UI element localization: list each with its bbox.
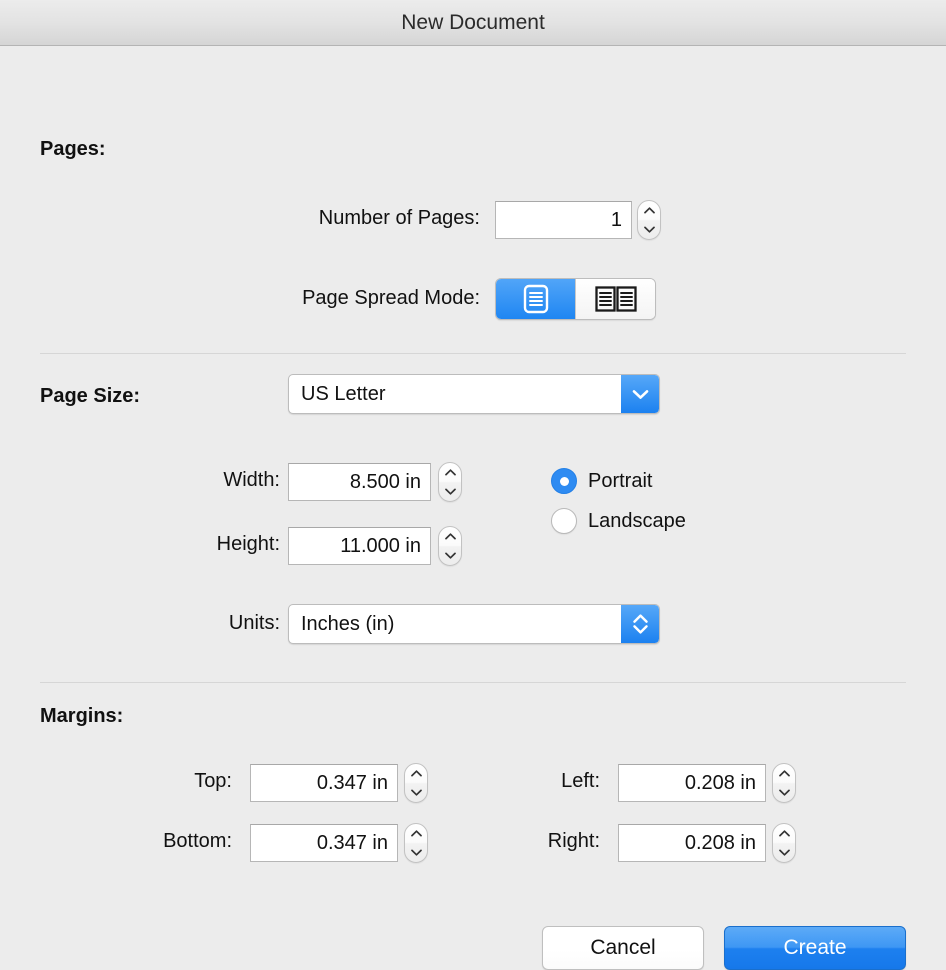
chevron-up-icon [444, 469, 456, 476]
chevron-down-icon [632, 389, 648, 399]
chevron-down-icon [643, 226, 655, 233]
chevron-up-icon [778, 770, 790, 777]
page-size-dropdown-arrow[interactable] [621, 375, 659, 413]
stepper-increment-button[interactable] [439, 527, 461, 546]
orientation-landscape-radio[interactable]: Landscape [551, 508, 686, 534]
single-page-icon [523, 284, 548, 314]
separator-pagesize-margins [40, 682, 906, 683]
two-page-spread-icon [594, 286, 637, 312]
margin-right-stepper[interactable] [772, 823, 796, 863]
chevron-up-icon [643, 207, 655, 214]
stepper-decrement-button[interactable] [773, 783, 795, 802]
stepper-decrement-button[interactable] [638, 220, 660, 239]
chevron-up-icon [778, 830, 790, 837]
page-size-preset-value: US Letter [301, 382, 386, 405]
orientation-portrait-radio[interactable]: Portrait [551, 468, 652, 494]
number-of-pages-label: Number of Pages: [318, 207, 480, 229]
margin-top-label: Top: [194, 770, 232, 792]
units-dropdown[interactable]: Inches (in) [288, 604, 660, 644]
chevron-up-icon [444, 533, 456, 540]
stepper-increment-button[interactable] [773, 764, 795, 783]
page-size-preset-dropdown[interactable]: US Letter [288, 374, 660, 414]
orientation-portrait-label: Portrait [588, 469, 653, 492]
dialog-titlebar: New Document [0, 0, 946, 46]
radio-selected-icon [551, 468, 577, 494]
units-dropdown-arrows[interactable] [621, 605, 659, 643]
number-of-pages-input[interactable]: 1 [495, 201, 632, 239]
page-spread-mode-label: Page Spread Mode: [302, 287, 480, 309]
height-stepper[interactable] [438, 526, 462, 566]
page-size-section-title: Page Size: [40, 385, 141, 407]
chevron-down-icon [444, 488, 456, 495]
page-spread-two-page-option[interactable] [576, 279, 655, 319]
width-input[interactable]: 8.500 in [288, 463, 431, 501]
radio-unselected-icon [551, 508, 577, 534]
orientation-landscape-label: Landscape [588, 509, 686, 532]
window-title: New Document [401, 11, 545, 34]
width-label: Width: [223, 469, 280, 491]
margin-bottom-input[interactable]: 0.347 in [250, 824, 398, 862]
margin-right-input[interactable]: 0.208 in [618, 824, 766, 862]
margin-right-label: Right: [547, 830, 600, 852]
height-label: Height: [216, 533, 280, 555]
margin-bottom-label: Bottom: [163, 830, 232, 852]
stepper-decrement-button[interactable] [439, 546, 461, 565]
stepper-increment-button[interactable] [773, 824, 795, 843]
stepper-increment-button[interactable] [439, 463, 461, 482]
width-stepper[interactable] [438, 462, 462, 502]
number-of-pages-stepper[interactable] [637, 200, 661, 240]
dialog-body: Pages: Number of Pages: 1 Page Spread Mo… [0, 46, 946, 970]
chevron-down-icon [778, 789, 790, 796]
margin-top-input[interactable]: 0.347 in [250, 764, 398, 802]
stepper-increment-button[interactable] [638, 201, 660, 220]
stepper-decrement-button[interactable] [773, 843, 795, 862]
margins-section-title: Margins: [40, 705, 124, 727]
units-label: Units: [228, 612, 280, 634]
page-spread-single-page-option[interactable] [496, 279, 576, 319]
create-button[interactable]: Create [724, 926, 906, 970]
page-spread-mode-segmented-control[interactable] [495, 278, 656, 320]
chevron-down-icon [444, 552, 456, 559]
stepper-decrement-button[interactable] [439, 482, 461, 501]
chevron-up-down-icon [632, 614, 648, 634]
units-value: Inches (in) [301, 612, 395, 635]
pages-section-title: Pages: [40, 138, 106, 160]
margin-left-stepper[interactable] [772, 763, 796, 803]
separator-pages-pagesize [40, 353, 906, 354]
chevron-down-icon [778, 849, 790, 856]
margin-left-label: Left: [561, 770, 600, 792]
cancel-button[interactable]: Cancel [542, 926, 704, 970]
height-input[interactable]: 11.000 in [288, 527, 431, 565]
margin-left-input[interactable]: 0.208 in [618, 764, 766, 802]
